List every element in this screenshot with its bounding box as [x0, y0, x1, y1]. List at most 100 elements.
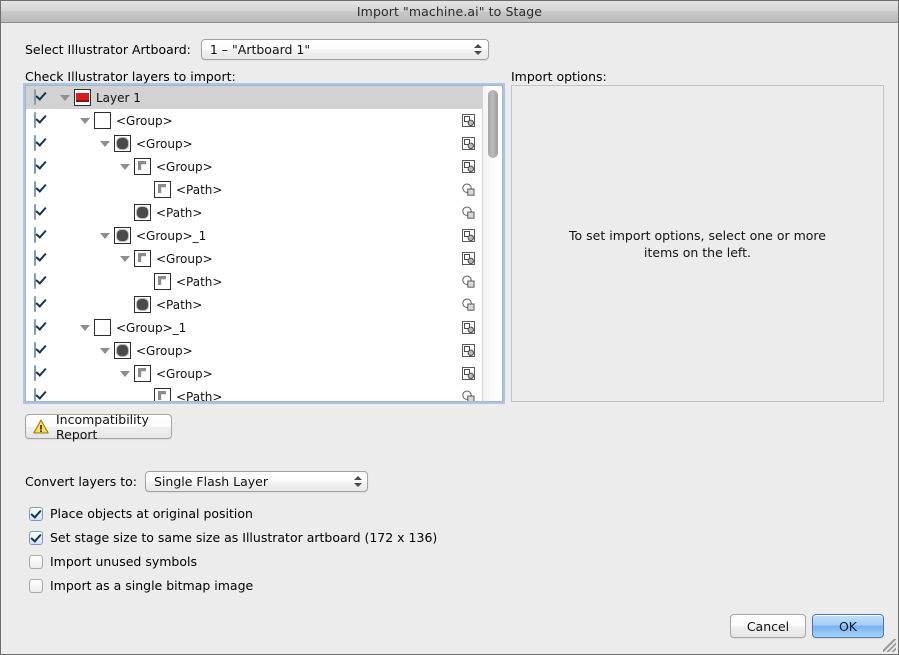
- incompatibility-report-button[interactable]: Incompatibility Report: [25, 411, 172, 442]
- tree-row[interactable]: <Group>: [26, 109, 482, 132]
- tree-row-label: <Group>: [136, 343, 193, 358]
- tree-row-label: Layer 1: [96, 90, 141, 105]
- checkbox[interactable]: [29, 554, 43, 569]
- path-type-icon: [461, 274, 476, 289]
- group-type-icon: [461, 343, 476, 358]
- tree-row-label: <Group>: [116, 113, 173, 128]
- tree-row[interactable]: <Group>: [26, 339, 482, 362]
- tree-row-body: <Group>: [119, 365, 213, 382]
- tree-row[interactable]: <Path>: [26, 178, 482, 201]
- tree-row-checkbox[interactable]: [34, 388, 48, 401]
- option-row-set-stage-size[interactable]: Set stage size to same size as Illustrat…: [29, 530, 437, 545]
- tree-row-label: <Path>: [176, 182, 223, 197]
- tree-row-body: <Path>: [119, 204, 202, 221]
- layer-thumbnail: [154, 273, 171, 290]
- disclosure-triangle-icon[interactable]: [119, 160, 132, 173]
- tree-row[interactable]: <Group>_1: [26, 316, 482, 339]
- artboard-row: Select Illustrator Artboard: 1 – "Artboa…: [25, 39, 489, 60]
- option-row-place-objects[interactable]: Place objects at original position: [29, 506, 253, 521]
- layers-tree-panel[interactable]: Layer 1 <Group> <Group> <Group> <Path> <Path>…: [25, 85, 503, 402]
- tree-row-label: <Path>: [156, 205, 203, 220]
- layer-thumbnail: [154, 181, 171, 198]
- scrollbar-thumb[interactable]: [488, 90, 498, 158]
- group-type-icon: [461, 136, 476, 151]
- layer-thumbnail: [154, 388, 171, 401]
- warning-triangle-icon: [33, 419, 49, 434]
- checkbox[interactable]: [29, 506, 43, 521]
- tree-row-checkbox[interactable]: [34, 250, 48, 266]
- layer-thumbnail: [134, 296, 151, 313]
- artboard-select-value: 1 – "Artboard 1": [209, 42, 311, 57]
- tree-row-body: <Path>: [139, 388, 222, 401]
- disclosure-triangle-icon[interactable]: [119, 252, 132, 265]
- disclosure-triangle-icon[interactable]: [99, 229, 112, 242]
- option-label: Place objects at original position: [50, 506, 253, 521]
- tree-row-label: <Path>: [176, 389, 223, 402]
- ok-button-label: OK: [838, 618, 858, 634]
- tree-row-checkbox[interactable]: [34, 158, 48, 174]
- layer-thumbnail: [134, 250, 151, 267]
- tree-row[interactable]: <Group>: [26, 247, 482, 270]
- cancel-button[interactable]: Cancel: [730, 614, 806, 638]
- group-type-icon: [461, 251, 476, 266]
- tree-row-checkbox[interactable]: [34, 89, 48, 105]
- tree-row-checkbox[interactable]: [34, 365, 48, 381]
- tree-row-label: <Path>: [156, 297, 203, 312]
- option-label: Import as a single bitmap image: [50, 578, 254, 593]
- tree-row[interactable]: <Path>: [26, 201, 482, 224]
- option-row-import-as-bitmap[interactable]: Import as a single bitmap image: [29, 578, 253, 593]
- tree-row-checkbox[interactable]: [34, 342, 48, 358]
- tree-row-body: Layer 1: [59, 89, 141, 106]
- tree-row-body: <Group>_1: [99, 227, 206, 244]
- tree-row[interactable]: <Group>: [26, 155, 482, 178]
- tree-row-checkbox[interactable]: [34, 273, 48, 289]
- layers-tree-scrollbar[interactable]: [482, 86, 502, 401]
- cancel-button-label: Cancel: [746, 618, 790, 634]
- tree-row-body: <Group>: [99, 135, 193, 152]
- tree-row-body: <Path>: [139, 273, 222, 290]
- window-titlebar: Import "machine.ai" to Stage: [1, 1, 898, 23]
- tree-row-checkbox[interactable]: [34, 296, 48, 312]
- group-type-icon: [461, 366, 476, 381]
- disclosure-triangle-icon[interactable]: [99, 137, 112, 150]
- tree-row[interactable]: <Path>: [26, 385, 482, 401]
- tree-row[interactable]: <Path>: [26, 270, 482, 293]
- tree-row[interactable]: <Group>_1: [26, 224, 482, 247]
- tree-row-checkbox[interactable]: [34, 227, 48, 243]
- convert-layers-value: Single Flash Layer: [154, 474, 268, 489]
- tree-row[interactable]: <Group>: [26, 362, 482, 385]
- tree-row-checkbox[interactable]: [34, 135, 48, 151]
- incompatibility-report-label: Incompatibility Report: [56, 411, 149, 442]
- checkbox[interactable]: [29, 530, 43, 545]
- resize-grip[interactable]: [883, 639, 896, 652]
- tree-row-checkbox[interactable]: [34, 319, 48, 335]
- disclosure-triangle-icon[interactable]: [79, 114, 92, 127]
- tree-row[interactable]: <Path>: [26, 293, 482, 316]
- layers-label: Check Illustrator layers to import:: [25, 69, 236, 84]
- disclosure-triangle-icon[interactable]: [79, 321, 92, 334]
- option-label: Set stage size to same size as Illustrat…: [50, 530, 438, 545]
- path-type-icon: [461, 297, 476, 312]
- import-dialog-window: Import "machine.ai" to Stage Select Illu…: [0, 0, 899, 655]
- ok-button[interactable]: OK: [812, 614, 884, 638]
- artboard-select[interactable]: 1 – "Artboard 1": [200, 39, 489, 60]
- artboard-label: Select Illustrator Artboard:: [25, 42, 191, 57]
- group-type-icon: [461, 113, 476, 128]
- layers-tree-list[interactable]: Layer 1 <Group> <Group> <Group> <Path> <Path>…: [26, 86, 482, 401]
- tree-row-checkbox[interactable]: [34, 204, 48, 220]
- window-title: Import "machine.ai" to Stage: [356, 4, 543, 19]
- layer-thumbnail: [114, 342, 131, 359]
- disclosure-triangle-icon[interactable]: [99, 344, 112, 357]
- convert-layers-row: Convert layers to: Single Flash Layer: [25, 471, 369, 492]
- disclosure-triangle-icon[interactable]: [119, 367, 132, 380]
- tree-row-checkbox[interactable]: [34, 181, 48, 197]
- tree-row[interactable]: <Group>: [26, 132, 482, 155]
- disclosure-triangle-icon[interactable]: [59, 91, 72, 104]
- convert-layers-select[interactable]: Single Flash Layer: [145, 471, 369, 492]
- tree-row-checkbox[interactable]: [34, 112, 48, 128]
- checkbox[interactable]: [29, 578, 43, 593]
- tree-row[interactable]: Layer 1: [26, 86, 482, 109]
- path-type-icon: [461, 389, 476, 401]
- option-row-import-unused-symbols[interactable]: Import unused symbols: [29, 554, 197, 569]
- path-type-icon: [461, 182, 476, 197]
